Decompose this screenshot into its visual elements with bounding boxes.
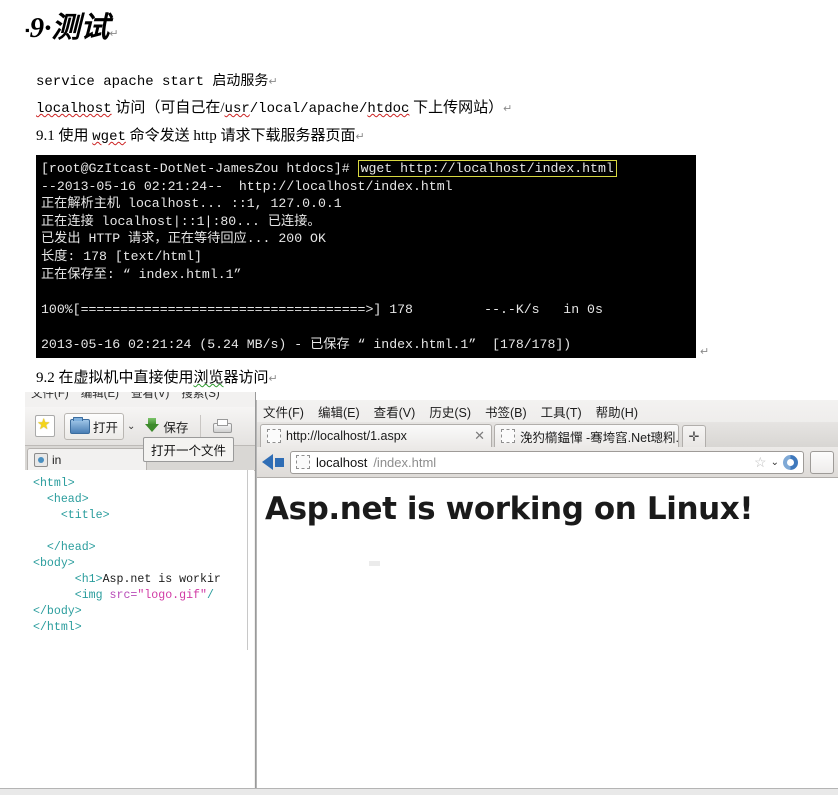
gedit-new-button[interactable]	[29, 411, 61, 441]
firefox-window: 文件(F) 编辑(E) 查看(V) 历史(S) 书签(B) 工具(T) 帮助(H…	[256, 400, 838, 788]
gedit-window: 文件(F) 编辑(E) 查看(V) 搜索(S) 打开 ⌄ 保存 in	[25, 392, 256, 788]
toolbar-separator	[200, 415, 202, 437]
firefox-menu-tools[interactable]: 工具(T)	[541, 402, 582, 421]
favicon-placeholder-icon	[267, 429, 281, 443]
doc-line-step-9-2: 9.2 在虚拟机中直接使用浏览器访问↵	[36, 366, 278, 387]
print-icon	[213, 419, 233, 433]
doc-line-step-9-1: 9.1 使用 wget 命令发送 http 请求下载服务器页面↵	[36, 124, 365, 145]
page-title-text: 9·测试	[29, 12, 110, 44]
back-arrow-stem-icon[interactable]	[275, 457, 284, 467]
firefox-menu-edit[interactable]: 编辑(E)	[318, 402, 360, 421]
firefox-menu-file[interactable]: 文件(F)	[263, 402, 304, 421]
terminal-prompt-line: [root@GzItcast-DotNet-JamesZou htdocs]# …	[41, 160, 695, 178]
chevron-down-icon[interactable]: ⌄	[771, 457, 779, 468]
firefox-tab-2[interactable]: 浼犳櫤鎾憚 -骞垮窞.Net璁粌... ✕	[494, 424, 679, 447]
firefox-tab-1[interactable]: http://localhost/1.aspx ✕	[260, 424, 492, 447]
gedit-open-button[interactable]: 打开	[64, 412, 125, 440]
pilcrow-mark: ↵	[355, 131, 365, 143]
favicon-placeholder-icon	[501, 429, 515, 443]
step-9-2-pre: 9.2 在虚拟机中直接使用	[36, 370, 194, 386]
open-folder-icon	[70, 416, 90, 434]
step-9-1-pre: 9.1 使用	[36, 128, 93, 144]
usr-word: usr	[224, 101, 250, 117]
htdoc-word: htdoc	[367, 101, 410, 117]
address-bar-path: /index.html	[373, 454, 437, 470]
gedit-menu-edit[interactable]: 编辑(E)	[81, 392, 119, 401]
gedit-tab-label: in	[52, 452, 62, 467]
doc-line-localhost: localhost 访问（可自己在/usr/local/apache/htdoc…	[36, 96, 512, 117]
new-tab-button[interactable]: ✛	[682, 425, 706, 447]
gedit-right-margin-rule	[247, 470, 248, 650]
address-bar-actions: ☆ ⌄	[754, 454, 798, 471]
terminal-prompt: [root@GzItcast-DotNet-JamesZou htdocs]#	[41, 161, 358, 176]
firefox-menu-help[interactable]: 帮助(H)	[596, 402, 638, 421]
gedit-open-label: 打开	[93, 420, 119, 435]
new-document-icon	[35, 415, 55, 437]
save-icon	[144, 418, 160, 434]
step-9-2-mid: 浏览	[193, 370, 224, 386]
site-identity-icon	[296, 455, 310, 469]
firefox-tab-1-label: http://localhost/1.aspx	[286, 429, 407, 443]
desktop-screenshot: 文件(F) 编辑(E) 查看(V) 搜索(S) 打开 ⌄ 保存 in	[0, 392, 838, 788]
firefox-menubar: 文件(F) 编辑(E) 查看(V) 历史(S) 书签(B) 工具(T) 帮助(H…	[257, 400, 838, 422]
close-icon[interactable]: ✕	[469, 428, 485, 444]
firefox-page-content: Asp.net is working on Linux!	[257, 479, 838, 788]
terminal-line: 长度: 178 [text/html]	[41, 248, 202, 264]
firefox-menu-bookmarks[interactable]: 书签(B)	[485, 402, 527, 421]
firefox-tabbar: http://localhost/1.aspx ✕ 浼犳櫤鎾憚 -骞垮窞.Net…	[257, 422, 838, 447]
gedit-print-button[interactable]	[207, 415, 236, 437]
wget-command-highlight: wget http://localhost/index.html	[357, 160, 617, 177]
gedit-menubar: 文件(F) 编辑(E) 查看(V) 搜索(S)	[25, 392, 255, 407]
firefox-tab-2-label: 浼犳櫤鎾憚 -骞垮窞.Net璁粌...	[520, 430, 679, 445]
gedit-save-button[interactable]: 保存	[138, 413, 194, 440]
page-heading: Asp.net is working on Linux!	[265, 491, 754, 527]
gedit-menu-search[interactable]: 搜索(S)	[181, 392, 219, 401]
gedit-menu-file[interactable]: 文件(F)	[31, 392, 69, 401]
command-service-apache-start: service apache start 启动服务	[36, 74, 269, 90]
document-icon	[34, 452, 48, 467]
gedit-open-tooltip: 打开一个文件	[143, 437, 235, 462]
terminal-saved-line: 2013-05-16 02:21:24 (5.24 MB/s) - 已保存 “ …	[41, 336, 572, 352]
wget-word: wget	[92, 129, 126, 145]
page-title: ▪9·测试↵	[25, 4, 119, 46]
chevron-down-icon[interactable]: ⌄	[127, 421, 135, 432]
gedit-menu-view[interactable]: 查看(V)	[131, 392, 169, 401]
step-9-1-post: 命令发送 http 请求下载服务器页面	[125, 128, 356, 144]
firefox-navbar: localhost/index.html ☆ ⌄	[257, 447, 838, 478]
gedit-tab-index-html[interactable]: in	[27, 448, 147, 470]
firefox-menu-history[interactable]: 历史(S)	[429, 402, 471, 421]
bookmark-star-icon[interactable]: ☆	[754, 454, 767, 471]
doc-line-service: service apache start 启动服务↵	[36, 70, 278, 90]
firefox-menu-view[interactable]: 查看(V)	[374, 402, 416, 421]
pilcrow-mark: ↵	[503, 103, 513, 115]
terminal-line: --2013-05-16 02:21:24-- http://localhost…	[41, 178, 453, 194]
gedit-code-area[interactable]: <html> <head> <title> </head> <body> <h1…	[25, 470, 254, 788]
path-mid: /local/apache/	[249, 101, 368, 117]
pilcrow-mark: ↵	[109, 28, 119, 40]
terminal-line: 正在解析主机 localhost... ::1, 127.0.0.1	[41, 196, 342, 212]
terminal-line: 已发出 HTTP 请求，正在等待回应... 200 OK	[41, 231, 326, 247]
gedit-save-label: 保存	[163, 420, 189, 435]
back-arrow-icon[interactable]	[262, 454, 273, 470]
localhost-note-mid: 访问（可自己在/	[111, 100, 225, 116]
terminal-line: 正在连接 localhost|::1|:80... 已连接。	[41, 213, 321, 229]
pilcrow-mark: ↵	[268, 373, 278, 385]
localhost-word: localhost	[36, 101, 112, 117]
address-bar[interactable]: localhost/index.html ☆ ⌄	[290, 450, 804, 474]
firefox-chrome: 文件(F) 编辑(E) 查看(V) 历史(S) 书签(B) 工具(T) 帮助(H…	[257, 400, 838, 478]
address-bar-host: localhost	[316, 454, 368, 470]
pilcrow-mark: ↵	[700, 346, 710, 358]
step-9-2-post: 器访问	[223, 370, 269, 386]
broken-logo-image	[369, 561, 380, 566]
terminal-progress-line: 100%[===================================…	[41, 301, 603, 317]
terminal-screenshot: [root@GzItcast-DotNet-JamesZou htdocs]# …	[36, 155, 696, 358]
reload-icon[interactable]	[783, 454, 798, 470]
terminal-line: 正在保存至: “ index.html.1”	[41, 266, 242, 282]
localhost-note-tail: 下上传网站）	[409, 100, 504, 116]
search-box[interactable]	[810, 450, 834, 474]
pilcrow-mark: ↵	[268, 76, 278, 88]
